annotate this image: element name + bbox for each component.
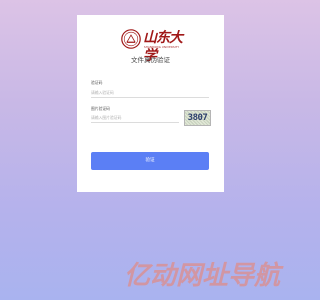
verification-card: 山东大学 SHANDONG UNIVERSITY 文件真伪验证 验证码 图片验证… <box>77 15 224 192</box>
verification-code-label: 验证码 <box>91 80 103 85</box>
page-title: 文件真伪验证 <box>131 56 170 64</box>
university-name-en: SHANDONG UNIVERSITY <box>144 46 180 49</box>
verify-button[interactable]: 验证 <box>91 152 209 170</box>
university-logo: 山东大学 SHANDONG UNIVERSITY <box>121 29 183 64</box>
verification-code-input[interactable] <box>91 87 209 98</box>
watermark-text: 亿动网址导航 <box>124 261 281 291</box>
captcha-input[interactable] <box>91 112 179 123</box>
captcha-image[interactable]: 3807 <box>184 110 211 126</box>
university-seal-icon <box>121 29 141 49</box>
